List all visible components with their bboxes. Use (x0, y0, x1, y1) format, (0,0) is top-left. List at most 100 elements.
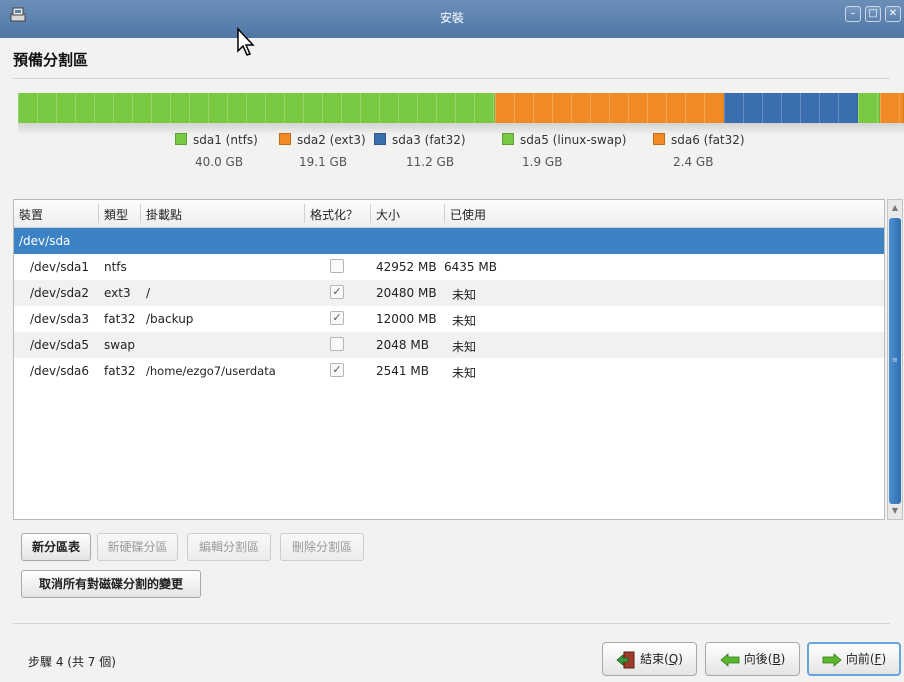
mount-cell: /home/ezgo7/userdata (146, 364, 276, 378)
scroll-up-icon[interactable]: ▲ (889, 202, 901, 214)
forward-button[interactable]: 向前(F) (807, 642, 901, 676)
type-cell: fat32 (104, 364, 136, 378)
arrow-left-icon (720, 652, 740, 667)
table-row[interactable]: /dev/sda2 ext3 / ✓ 20480 MB 未知 (14, 280, 884, 306)
column-header-format[interactable]: 格式化？ (310, 206, 358, 223)
used-cell: 6435 MB (444, 260, 497, 274)
forward-label: 向前( (845, 652, 875, 666)
mount-cell: /backup (146, 312, 194, 326)
device-cell: /dev/sda2 (30, 286, 90, 300)
quit-mnemonic: Q (668, 652, 679, 666)
size-cell: 20480 MB (376, 286, 437, 300)
partition-segment-sda1 (18, 93, 495, 123)
window-title: 安裝 (439, 11, 464, 25)
table-row[interactable]: /dev/sda3 fat32 /backup ✓ 12000 MB 未知 (14, 306, 884, 332)
legend-swatch (279, 133, 291, 145)
legend-label: sda6 (fat32) (671, 133, 745, 147)
exit-door-icon (616, 651, 635, 668)
column-header-used[interactable]: 已使用 (450, 206, 486, 223)
column-header-mount[interactable]: 掛載點 (146, 206, 182, 223)
legend-size-sda2: 19.1 GB (299, 155, 348, 169)
mouse-cursor-icon (237, 27, 255, 56)
maximize-button[interactable]: □ (865, 6, 881, 22)
legend-swatch (374, 133, 386, 145)
device-cell: /dev/sda1 (30, 260, 90, 274)
undo-all-changes-button[interactable]: 取消所有對磁碟分割的變更 (21, 570, 201, 598)
delete-partition-button[interactable]: 刪除分割區 (280, 533, 364, 561)
back-button[interactable]: 向後(B) (705, 642, 800, 676)
forward-label-end: ) (881, 652, 887, 666)
type-cell: ntfs (104, 260, 127, 274)
partition-segment-sda2 (495, 93, 724, 123)
quit-label-end: ) (678, 652, 683, 666)
page-title: 預備分割區 (13, 51, 89, 69)
partition-table[interactable]: 裝置 類型 掛載點 格式化？ 大小 已使用 /dev/sda /dev/sda1… (13, 199, 885, 520)
partition-segment-sda3 (724, 93, 858, 123)
legend-item-sda1: sda1 (ntfs) (175, 133, 258, 147)
size-cell: 2541 MB (376, 364, 429, 378)
partition-segment-sda5 (858, 93, 880, 123)
format-checkbox[interactable]: ✓ (330, 285, 344, 299)
column-header-type[interactable]: 類型 (104, 206, 128, 223)
device-cell: /dev/sda5 (30, 338, 90, 352)
legend-swatch (175, 133, 187, 145)
new-partition-table-button[interactable]: 新分區表 (21, 533, 91, 561)
table-scrollbar[interactable]: ▲ ≡ ▼ (887, 199, 903, 520)
legend-size-sda6: 2.4 GB (673, 155, 714, 169)
column-divider (140, 204, 141, 223)
table-row-disk[interactable]: /dev/sda (14, 228, 884, 254)
title-bar[interactable]: 安裝 – □ ✕ (0, 0, 904, 38)
new-partition-button[interactable]: 新硬碟分區 (97, 533, 178, 561)
legend-swatch (502, 133, 514, 145)
column-divider (444, 204, 445, 223)
column-header-device[interactable]: 裝置 (19, 206, 43, 223)
format-checkbox[interactable] (330, 337, 344, 351)
size-cell: 2048 MB (376, 338, 429, 352)
step-indicator: 步驟 4 (共 7 個) (28, 655, 116, 669)
edit-partition-button[interactable]: 編輯分割區 (187, 533, 271, 561)
legend-size-sda3: 11.2 GB (406, 155, 455, 169)
table-row[interactable]: /dev/sda1 ntfs 42952 MB 6435 MB (14, 254, 884, 280)
arrow-right-icon (822, 652, 842, 667)
quit-label: 結束( (640, 652, 669, 666)
quit-button[interactable]: 結束(Q) (602, 642, 697, 676)
installer-window: 安裝 – □ ✕ 預備分割區 sda1 (ntfs) 40.0 GB sda2 … (0, 0, 904, 682)
device-cell: /dev/sda6 (30, 364, 90, 378)
legend-swatch (653, 133, 665, 145)
legend-label: sda2 (ext3) (297, 133, 366, 147)
partition-bar (18, 93, 904, 123)
table-row[interactable]: /dev/sda5 swap 2048 MB 未知 (14, 332, 884, 358)
scrollbar-thumb[interactable]: ≡ (889, 218, 901, 504)
size-cell: 12000 MB (376, 312, 437, 326)
back-label: 向後( (743, 652, 773, 666)
close-button[interactable]: ✕ (885, 6, 901, 22)
table-header: 裝置 類型 掛載點 格式化？ 大小 已使用 (14, 200, 884, 228)
legend-item-sda5: sda5 (linux-swap) (502, 133, 626, 147)
separator (13, 623, 890, 624)
legend-size-sda5: 1.9 GB (522, 155, 563, 169)
format-checkbox[interactable]: ✓ (330, 311, 344, 325)
legend-label: sda1 (ntfs) (193, 133, 258, 147)
type-cell: ext3 (104, 286, 131, 300)
column-divider (370, 204, 371, 223)
legend-item-sda2: sda2 (ext3) (279, 133, 366, 147)
used-cell: 未知 (452, 288, 477, 302)
back-mnemonic: B (772, 652, 781, 666)
column-header-size[interactable]: 大小 (376, 206, 400, 223)
legend-label: sda5 (linux-swap) (520, 133, 627, 147)
device-cell: /dev/sda (19, 234, 71, 248)
size-cell: 42952 MB (376, 260, 437, 274)
used-cell: 未知 (452, 314, 477, 328)
minimize-button[interactable]: – (845, 6, 861, 22)
legend-item-sda3: sda3 (fat32) (374, 133, 466, 147)
column-divider (304, 204, 305, 223)
table-row[interactable]: /dev/sda6 fat32 /home/ezgo7/userdata ✓ 2… (14, 358, 884, 384)
used-cell: 未知 (452, 366, 477, 380)
scroll-down-icon[interactable]: ▼ (889, 505, 901, 517)
format-checkbox[interactable] (330, 259, 344, 273)
format-checkbox[interactable]: ✓ (330, 363, 344, 377)
back-label-end: ) (780, 652, 786, 666)
used-cell: 未知 (452, 340, 477, 354)
partition-segment-sda6 (880, 93, 904, 123)
separator (13, 78, 890, 79)
